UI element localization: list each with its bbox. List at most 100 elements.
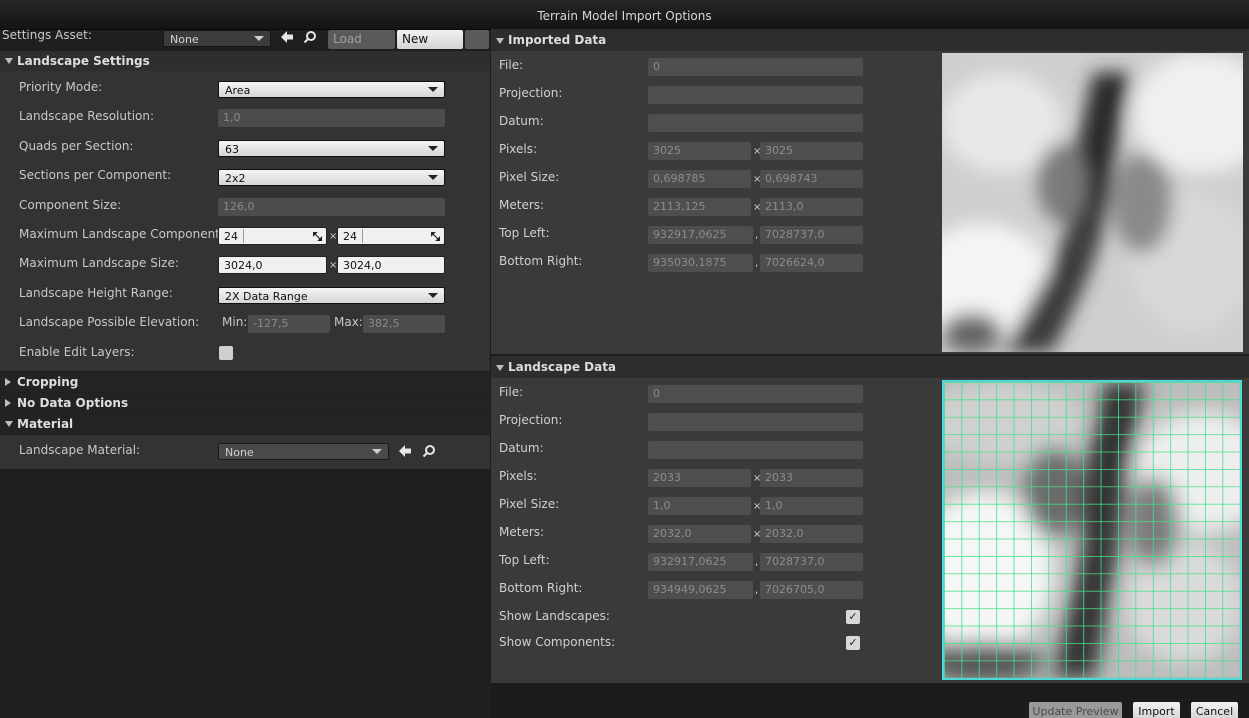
max-components-label: Maximum Landscape Components:: [19, 227, 231, 241]
landscape-settings-header[interactable]: Landscape Settings: [0, 51, 490, 71]
settings-asset-extra-button[interactable]: [465, 30, 489, 49]
landscape-datum-label: Datum:: [499, 441, 544, 455]
landscape-projection-field: [648, 413, 863, 431]
expand-triangle-icon: [5, 399, 11, 407]
arrow-left-icon[interactable]: [279, 30, 295, 46]
imported-data-header[interactable]: Imported Data: [491, 29, 1249, 51]
sections-per-component-label: Sections per Component:: [19, 168, 172, 182]
elevation-max-label: Max:: [334, 315, 363, 329]
landscape-pixels-y-field: 2033: [760, 469, 863, 487]
landscape-projection-label: Projection:: [499, 413, 563, 427]
collapse-triangle-icon: [5, 58, 13, 64]
priority-mode-value: Area: [225, 84, 251, 97]
landscape-top-left-label: Top Left:: [499, 553, 550, 567]
quads-per-section-label: Quads per Section:: [19, 139, 134, 153]
imported-top-left-y-field: 7028737,0: [760, 226, 863, 244]
search-icon[interactable]: [302, 30, 318, 46]
landscape-preview: [942, 380, 1242, 680]
settings-asset-label: Settings Asset:: [2, 28, 92, 42]
imported-pixels-y-field: 3025: [760, 142, 863, 160]
arrow-left-icon[interactable]: [397, 444, 413, 460]
update-preview-button[interactable]: Update Preview: [1029, 702, 1122, 718]
sections-per-component-dropdown[interactable]: 2x2: [218, 169, 445, 186]
title-bar: Terrain Model Import Options: [0, 0, 1249, 30]
max-components-y-spinner[interactable]: 24: [337, 227, 445, 245]
edit-layers-checkbox[interactable]: [219, 346, 233, 360]
landscape-pixel-size-y-field: 1,0: [760, 497, 863, 515]
resize-arrows-icon: [430, 231, 441, 244]
max-size-y-field[interactable]: 3024,0: [337, 256, 445, 274]
imported-projection-label: Projection:: [499, 86, 563, 100]
quads-per-section-dropdown[interactable]: 63: [218, 140, 445, 157]
landscape-meters-label: Meters:: [499, 525, 545, 539]
show-landscapes-checkbox[interactable]: ✓: [846, 610, 860, 624]
max-size-label: Maximum Landscape Size:: [19, 256, 179, 270]
imported-top-left-label: Top Left:: [499, 226, 550, 240]
landscape-top-left-y-field: 7028737,0: [760, 553, 863, 571]
landscape-file-label: File:: [499, 385, 524, 399]
landscape-file-field: 0: [648, 385, 863, 403]
landscape-material-dropdown[interactable]: None: [218, 443, 389, 460]
landscape-bottom-right-label: Bottom Right:: [499, 581, 583, 595]
show-components-checkbox[interactable]: ✓: [846, 636, 860, 650]
spinner-divider: [243, 229, 244, 243]
imported-meters-x-field: 2113,125: [648, 198, 751, 216]
settings-asset-value: None: [170, 33, 199, 46]
search-icon[interactable]: [421, 444, 437, 460]
load-button[interactable]: Load: [328, 30, 395, 49]
component-size-field: 126,0: [218, 198, 445, 216]
no-data-options-header[interactable]: No Data Options: [0, 393, 490, 413]
imported-top-left-x-field: 932917,0625: [648, 226, 753, 244]
landscape-meters-y-field: 2032,0: [760, 525, 863, 543]
elevation-max-field: 382,5: [363, 315, 445, 333]
collapse-triangle-icon: [496, 38, 504, 44]
landscape-pixels-x-field: 2033: [648, 469, 751, 487]
cropping-header[interactable]: Cropping: [0, 372, 490, 392]
landscape-data-header[interactable]: Landscape Data: [491, 356, 1249, 378]
chevron-down-icon: [372, 449, 382, 454]
height-range-dropdown[interactable]: 2X Data Range: [218, 287, 445, 304]
comma-separator: ,: [755, 557, 759, 568]
comma-separator: ,: [755, 258, 759, 269]
landscape-data-title: Landscape Data: [508, 360, 617, 374]
possible-elevation-label: Landscape Possible Elevation:: [19, 315, 200, 329]
chevron-down-icon: [428, 293, 438, 298]
show-landscapes-label: Show Landscapes:: [499, 609, 610, 623]
new-button[interactable]: New: [397, 30, 463, 49]
expand-triangle-icon: [5, 378, 11, 386]
collapse-triangle-icon: [5, 421, 13, 427]
spinner-divider: [362, 229, 363, 243]
height-range-value: 2X Data Range: [225, 290, 308, 303]
import-button[interactable]: Import: [1133, 702, 1180, 718]
chevron-down-icon: [428, 146, 438, 151]
window-title: Terrain Model Import Options: [537, 9, 712, 23]
elevation-min-field: -127,5: [248, 315, 330, 333]
imported-pixel-size-label: Pixel Size:: [499, 170, 560, 184]
imported-bottom-right-y-field: 7026624,0: [760, 254, 863, 272]
chevron-down-icon: [428, 175, 438, 180]
no-data-options-title: No Data Options: [17, 396, 129, 410]
cancel-button[interactable]: Cancel: [1191, 702, 1238, 718]
imported-pixels-label: Pixels:: [499, 142, 538, 156]
imported-file-field: 0: [648, 58, 863, 76]
imported-heightmap-preview: [942, 53, 1243, 352]
sections-per-component-value: 2x2: [225, 172, 246, 185]
landscape-material-value: None: [225, 446, 254, 459]
priority-mode-dropdown[interactable]: Area: [218, 81, 445, 98]
quads-per-section-value: 63: [225, 143, 239, 156]
resize-arrows-icon: [312, 231, 323, 244]
max-size-x-field[interactable]: 3024,0: [218, 256, 327, 274]
imported-datum-field: [648, 114, 863, 132]
imported-file-label: File:: [499, 58, 524, 72]
show-components-label: Show Components:: [499, 635, 616, 649]
settings-asset-dropdown[interactable]: None: [163, 30, 271, 47]
landscape-material-label: Landscape Material:: [19, 443, 141, 457]
max-components-x-spinner[interactable]: 24: [218, 227, 327, 245]
cropping-title: Cropping: [17, 375, 79, 389]
landscape-settings-title: Landscape Settings: [17, 54, 150, 68]
material-header[interactable]: Material: [0, 414, 490, 434]
component-size-label: Component Size:: [19, 198, 122, 212]
landscape-pixel-size-label: Pixel Size:: [499, 497, 560, 511]
imported-meters-y-field: 2113,0: [760, 198, 863, 216]
landscape-bottom-right-y-field: 7026705,0: [760, 581, 863, 599]
